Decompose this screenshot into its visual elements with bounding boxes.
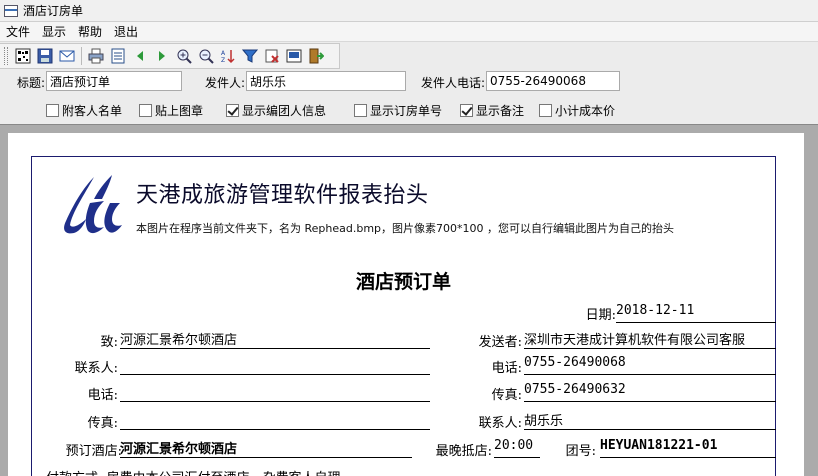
payment-method: 付款方式: 房费由本公司汇付至酒店，杂费客人自理 (46, 467, 446, 476)
option-label: 小计成本价 (555, 104, 616, 118)
report-page: 天港成旅游管理软件报表抬头 本图片在程序当前文件夹下，名为 Rephead.bm… (8, 133, 804, 476)
checkbox[interactable] (539, 104, 552, 117)
sender-phone-input[interactable] (486, 71, 620, 91)
menu-help[interactable]: 帮助 (72, 22, 108, 42)
fax-label: 传真: (491, 388, 522, 403)
barcode-icon[interactable] (12, 45, 34, 67)
date-value: 2018-12-11 (616, 303, 776, 323)
option-label: 附客人名单 (62, 104, 123, 118)
window-title: 酒店订房单 (23, 4, 84, 18)
to-label: 致: (100, 335, 118, 350)
date-label: 日期: (585, 308, 616, 323)
recipient-phone-value (120, 382, 430, 402)
checkbox[interactable] (226, 104, 239, 117)
sort-icon[interactable]: AZ (217, 45, 239, 67)
group-number-label: 团号: (565, 444, 596, 459)
phone-label: 电话: (491, 361, 522, 376)
checkbox[interactable] (460, 104, 473, 117)
print-icon[interactable] (85, 45, 107, 67)
to-value: 河源汇景希尔顿酒店 (120, 329, 430, 349)
sender-input[interactable] (246, 71, 406, 91)
page-setup-icon[interactable] (107, 45, 129, 67)
menu-file[interactable]: 文件 (0, 22, 36, 42)
hotel-value: 河源汇景希尔顿酒店 (120, 438, 412, 458)
checkbox[interactable] (139, 104, 152, 117)
toolbar: AZ (0, 43, 340, 69)
zoom-out-icon[interactable] (195, 45, 217, 67)
option-show-order-number[interactable]: 显示订房单号 (354, 102, 442, 119)
email-icon[interactable] (56, 45, 78, 67)
checkbox[interactable] (46, 104, 59, 117)
report-viewer[interactable]: 天港成旅游管理软件报表抬头 本图片在程序当前文件夹下，名为 Rephead.bm… (0, 124, 818, 476)
svg-text:A: A (221, 50, 226, 57)
filter-icon[interactable] (239, 45, 261, 67)
header-fields: 标题: 发件人: 发件人电话: (0, 70, 818, 94)
option-label: 显示备注 (476, 104, 525, 118)
contact-label: 联系人: (74, 361, 118, 376)
recipient-phone-label: 电话: (87, 388, 118, 403)
from-value: 深圳市天港成计算机软件有限公司客服 (524, 329, 776, 349)
group-number-value: HEYUAN181221-01 (600, 438, 776, 458)
toolbar-separator (81, 47, 82, 65)
title-label: 标题: (17, 76, 46, 90)
title-bar: 酒店订房单 (0, 0, 818, 22)
zoom-in-icon[interactable] (173, 45, 195, 67)
document-title: 酒店预订单 (355, 271, 451, 293)
recipient-fax-label: 传真: (87, 416, 118, 431)
contact-value (120, 355, 430, 375)
menu-view[interactable]: 显示 (36, 22, 72, 42)
latest-arrival-label: 最晚抵店: (435, 444, 492, 459)
toolbar-grip[interactable] (4, 47, 8, 65)
contact2-value: 胡乐乐 (524, 410, 776, 430)
option-stamp[interactable]: 贴上图章 (139, 102, 203, 119)
report-header-subtitle: 本图片在程序当前文件夹下，名为 Rephead.bmp，图片像素700*100 … (136, 222, 675, 235)
prev-page-icon[interactable] (129, 45, 151, 67)
from-label: 发送者: (478, 335, 522, 350)
hotel-label: 预订酒店: (65, 444, 122, 459)
checkbox[interactable] (354, 104, 367, 117)
option-subtotal-cost[interactable]: 小计成本价 (539, 102, 615, 119)
menu-exit[interactable]: 退出 (108, 22, 144, 42)
option-show-organizer[interactable]: 显示编团人信息 (226, 102, 326, 119)
phone-value: 0755-26490068 (524, 355, 776, 375)
contact2-label: 联系人: (478, 416, 522, 431)
option-label: 贴上图章 (155, 104, 204, 118)
save-icon[interactable] (34, 45, 56, 67)
report-frame: 天港成旅游管理软件报表抬头 本图片在程序当前文件夹下，名为 Rephead.bm… (31, 156, 776, 476)
sender-label: 发件人: (205, 76, 246, 90)
exit-icon[interactable] (305, 45, 327, 67)
company-logo-icon (64, 175, 122, 234)
latest-arrival-value: 20:00 (494, 438, 540, 458)
option-label: 显示订房单号 (370, 104, 443, 118)
menu-bar: 文件 显示 帮助 退出 (0, 22, 818, 42)
option-guest-list[interactable]: 附客人名单 (46, 102, 122, 119)
next-page-icon[interactable] (151, 45, 173, 67)
option-label: 显示编团人信息 (242, 104, 327, 118)
svg-text:Z: Z (221, 57, 225, 64)
title-input[interactable] (46, 71, 182, 91)
display-options: 附客人名单 贴上图章 显示编团人信息 显示订房单号 显示备注 小计成本价 (0, 100, 818, 122)
app-icon (4, 4, 18, 17)
fax-value: 0755-26490632 (524, 382, 776, 402)
clear-filter-icon[interactable] (261, 45, 283, 67)
sender-phone-label: 发件人电话: (421, 76, 486, 90)
recipient-fax-value (120, 410, 430, 430)
export-icon[interactable] (283, 45, 305, 67)
report-header-title: 天港成旅游管理软件报表抬头 (136, 183, 429, 208)
option-show-remarks[interactable]: 显示备注 (460, 102, 524, 119)
